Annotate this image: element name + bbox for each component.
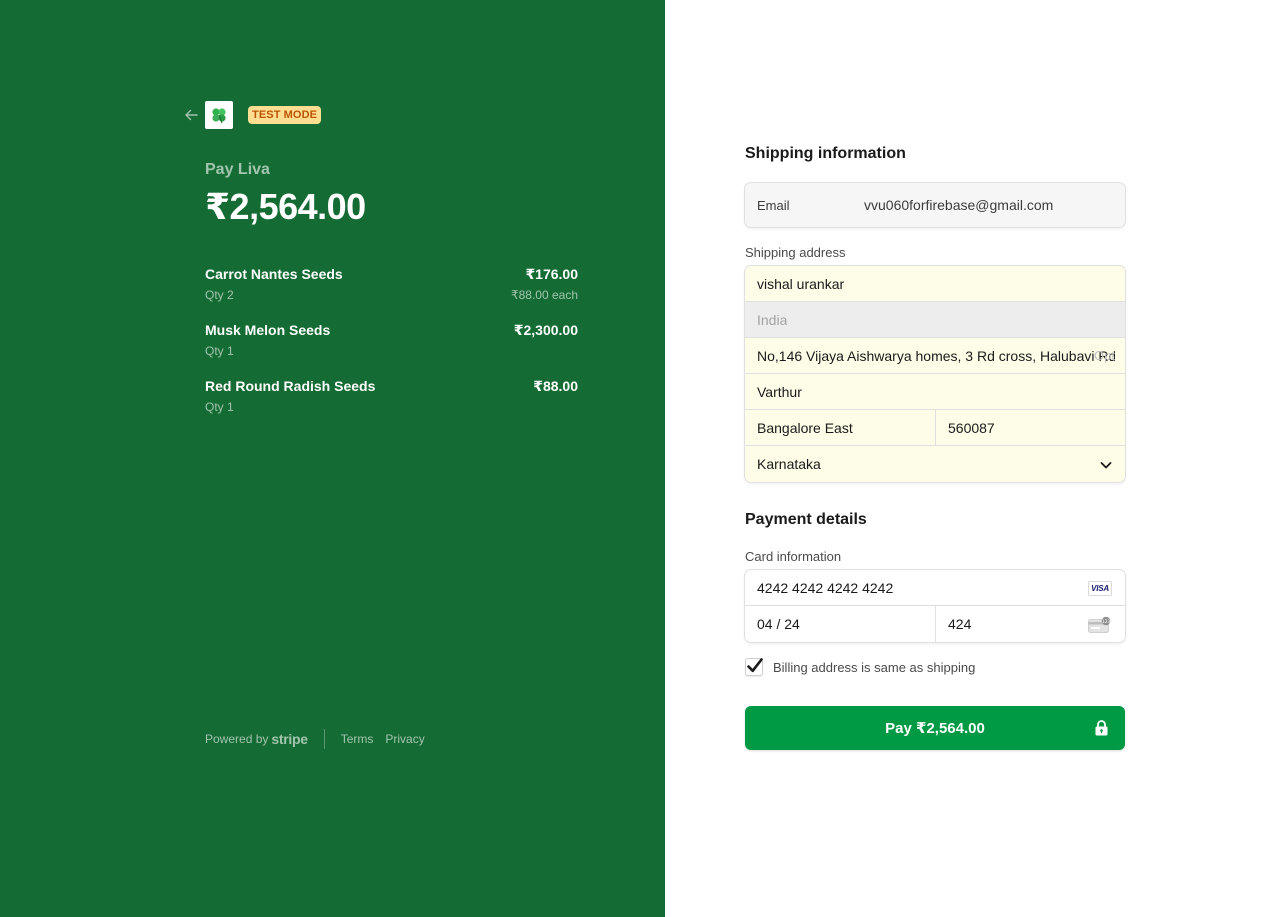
country-select[interactable]: India xyxy=(745,302,1125,338)
expiry-input[interactable]: 04 / 24 xyxy=(745,606,935,642)
pin-input[interactable]: 560087 xyxy=(935,409,1125,446)
line-item: Musk Melon Seeds ₹2,300.00 Qty 1 xyxy=(205,322,578,378)
chevron-down-icon xyxy=(1099,458,1113,472)
visa-icon: VISA xyxy=(1088,581,1112,596)
address-line1-value: No,146 Vijaya Aishwarya homes, 3 Rd cros… xyxy=(757,347,1115,364)
svg-text:123: 123 xyxy=(1102,619,1111,625)
order-summary-panel: TEST MODE Pay Liva ₹2,564.00 Carrot Nant… xyxy=(0,0,665,917)
checkbox-checked-icon xyxy=(745,658,763,676)
card-information-label: Card information xyxy=(745,549,842,564)
email-value: vvu060forfirebase@gmail.com xyxy=(864,197,1054,213)
expiry-value: 04 / 24 xyxy=(757,616,800,632)
shipping-section-title: Shipping information xyxy=(745,145,906,162)
pay-button[interactable]: Pay ₹2,564.00 xyxy=(745,706,1125,750)
state-value: Karnataka xyxy=(757,456,821,472)
email-label: Email xyxy=(757,197,790,213)
card-input-group: 4242 4242 4242 4242 VISA 04 / 24 424 123 xyxy=(745,570,1125,642)
city-input[interactable]: Bangalore East xyxy=(745,410,935,446)
card-number-value: 4242 4242 4242 4242 xyxy=(757,579,894,596)
cvc-value: 424 xyxy=(948,616,972,632)
header-bar: TEST MODE xyxy=(184,101,322,129)
address-line1-input[interactable]: No,146 Vijaya Aishwarya homes, 3 Rd cros… xyxy=(745,338,1125,374)
card-number-input[interactable]: 4242 4242 4242 4242 VISA xyxy=(745,570,1125,606)
item-qty: Qty 1 xyxy=(205,344,234,358)
powered-by-label: Powered by xyxy=(205,732,269,746)
powered-by-stripe-link[interactable]: Powered by stripe xyxy=(205,731,308,747)
clover-logo-icon xyxy=(205,101,233,129)
optional-hint: Opt xyxy=(1094,348,1115,363)
pay-button-label: Pay ₹2,564.00 xyxy=(885,720,985,737)
address-line2-input[interactable]: Varthur xyxy=(745,374,1125,410)
line-items-list: Carrot Nantes Seeds ₹176.00 Qty 2 ₹88.00… xyxy=(205,266,578,434)
test-mode-badge: TEST MODE xyxy=(248,106,322,124)
shipping-address-group: vishal urankar India No,146 Vijaya Aishw… xyxy=(745,266,1125,482)
merchant-label: Pay Liva xyxy=(205,161,270,178)
payment-section-title: Payment details xyxy=(745,511,867,528)
billing-same-checkbox[interactable]: Billing address is same as shipping xyxy=(745,658,975,676)
item-price: ₹2,300.00 xyxy=(513,322,578,338)
item-name: Carrot Nantes Seeds xyxy=(205,266,343,282)
item-name: Red Round Radish Seeds xyxy=(205,378,376,394)
country-value: India xyxy=(757,311,788,328)
expiry-cvc-row: 04 / 24 424 123 xyxy=(745,606,1125,642)
cvc-input[interactable]: 424 123 xyxy=(935,606,1125,642)
item-price: ₹88.00 xyxy=(533,378,578,394)
name-input[interactable]: vishal urankar xyxy=(745,266,1125,302)
item-name: Musk Melon Seeds xyxy=(205,322,331,338)
item-qty: Qty 2 xyxy=(205,288,234,302)
item-unit-price: ₹88.00 each xyxy=(510,288,578,302)
item-price: ₹176.00 xyxy=(525,266,578,282)
total-amount: ₹2,564.00 xyxy=(205,186,366,227)
arrow-left-icon[interactable] xyxy=(184,108,198,122)
lock-icon xyxy=(1095,720,1108,740)
terms-link[interactable]: Terms xyxy=(341,732,374,746)
email-field[interactable]: Email vvu060forfirebase@gmail.com xyxy=(745,183,1125,227)
city-pin-row: Bangalore East 560087 xyxy=(745,409,1125,446)
line-item: Red Round Radish Seeds ₹88.00 Qty 1 xyxy=(205,378,578,434)
line-item: Carrot Nantes Seeds ₹176.00 Qty 2 ₹88.00… xyxy=(205,266,578,322)
billing-same-label: Billing address is same as shipping xyxy=(773,659,976,675)
footer-divider xyxy=(323,729,325,749)
state-select[interactable]: Karnataka xyxy=(745,446,1125,482)
stripe-logo: stripe xyxy=(271,731,308,747)
shipping-address-label: Shipping address xyxy=(745,245,846,260)
privacy-link[interactable]: Privacy xyxy=(385,732,424,746)
address-line2-value: Varthur xyxy=(757,383,802,400)
name-value: vishal urankar xyxy=(757,275,845,292)
footer: Powered by stripe Terms Privacy xyxy=(205,729,437,749)
item-qty: Qty 1 xyxy=(205,400,234,414)
card-cvc-icon: 123 xyxy=(1088,616,1112,636)
